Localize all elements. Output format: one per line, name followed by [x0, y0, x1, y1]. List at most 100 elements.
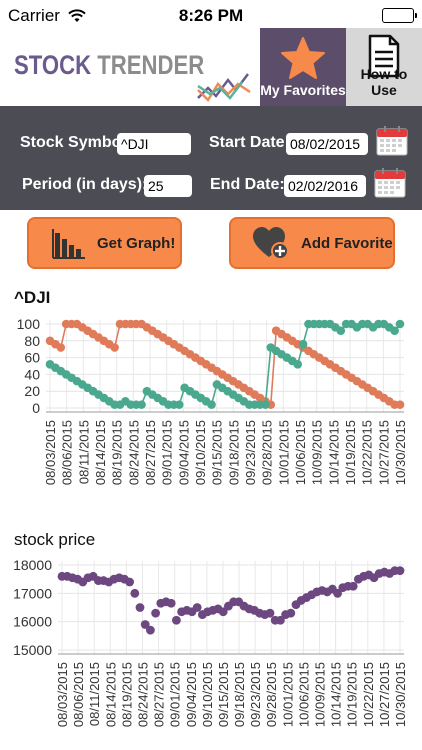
data-point [261, 400, 270, 409]
stock-symbol-label: Stock Symbol: [20, 134, 132, 151]
x-tick-label: 10/09/2015 [313, 662, 328, 727]
logo-word-stock: STOCK [14, 50, 92, 80]
x-tick-label: 08/24/2015 [135, 662, 150, 727]
x-tick-label: 09/10/2015 [193, 420, 208, 485]
y-tick-label: 80 [24, 333, 40, 349]
x-tick-label: 09/04/2015 [184, 662, 199, 727]
battery-icon [382, 8, 417, 23]
start-date-label: Start Date: [209, 134, 290, 151]
end-date-input[interactable]: 02/02/2016 [284, 175, 366, 197]
x-tick-label: 10/14/2015 [329, 662, 344, 727]
x-tick-label: 09/18/2015 [226, 420, 241, 485]
x-tick-label: 10/27/2015 [376, 420, 391, 485]
data-point [135, 603, 145, 612]
tab-my-favorites-label: My Favorites [260, 82, 346, 98]
end-date-label: End Date: [210, 176, 285, 193]
data-point [265, 608, 275, 618]
get-graph-button[interactable]: Get Graph! [27, 217, 182, 269]
x-tick-label: 09/01/2015 [168, 662, 183, 727]
tab-how-to-use[interactable]: How to Use [346, 28, 422, 106]
data-point [286, 608, 296, 618]
x-tick-label: 09/04/2015 [176, 420, 191, 485]
data-point [166, 598, 176, 608]
x-tick-label: 10/30/2015 [393, 662, 408, 727]
data-point [192, 603, 202, 612]
x-tick-label: 09/10/2015 [200, 662, 215, 727]
trend-graph-icon [197, 73, 251, 102]
y-tick-label: 100 [17, 316, 41, 332]
x-tick-label: 10/09/2015 [310, 420, 325, 485]
data-point [146, 625, 155, 635]
data-point [395, 400, 405, 409]
data-point [174, 400, 184, 409]
get-graph-label: Get Graph! [97, 235, 176, 252]
status-bar: Carrier 8:26 PM [0, 0, 422, 30]
x-tick-label: 08/27/2015 [143, 420, 158, 485]
data-point [125, 577, 134, 587]
stock-symbol-input[interactable]: ^DJI [117, 133, 191, 155]
data-point [336, 326, 346, 336]
x-tick-label: 08/24/2015 [126, 420, 141, 485]
x-tick-label: 08/06/2015 [71, 662, 86, 727]
x-tick-label: 10/01/2015 [276, 420, 291, 485]
period-label: Period (in days): [22, 176, 148, 193]
data-point [395, 566, 405, 576]
x-tick-label: 09/01/2015 [160, 420, 175, 485]
trend-chart: 020406080100 08/03/2015 08/06/2015 08/11/20… [17, 316, 408, 485]
x-tick-label: 09/23/2015 [248, 662, 263, 727]
add-favorite-label: Add Favorite [301, 235, 393, 252]
price-chart-title: stock price [14, 530, 96, 549]
period-input[interactable]: 25 [144, 175, 192, 197]
query-form: Stock Symbol: ^DJI Start Date: 08/02/201… [0, 106, 422, 210]
start-date-input[interactable]: 08/02/2015 [286, 133, 368, 155]
star-icon [281, 37, 325, 79]
x-tick-label: 10/14/2015 [326, 420, 341, 485]
x-tick-label: 10/30/2015 [393, 420, 408, 485]
x-tick-label: 09/18/2015 [232, 662, 247, 727]
x-tick-label: 08/11/2015 [76, 420, 91, 484]
x-tick-label: 09/28/2015 [260, 420, 275, 485]
x-tick-label: 10/22/2015 [360, 420, 375, 485]
x-tick-label: 10/19/2015 [345, 662, 360, 727]
y-tick-label: 20 [24, 383, 40, 399]
heart-plus-icon [253, 227, 289, 260]
end-date-calendar-icon[interactable] [374, 168, 406, 198]
x-tick-label: 08/14/2015 [93, 420, 108, 485]
y-tick-label: 18000 [13, 557, 52, 573]
data-point [110, 343, 119, 352]
y-tick-label: 16000 [13, 614, 52, 630]
data-point [390, 326, 399, 336]
data-point [293, 360, 302, 369]
add-favorite-button[interactable]: Add Favorite [229, 217, 395, 269]
tab-how-to-use-label: How to Use [360, 66, 408, 98]
x-tick-label: 10/06/2015 [296, 662, 311, 727]
trend-chart-title: ^DJI [14, 288, 51, 307]
y-tick-label: 60 [24, 350, 40, 366]
data-point [395, 319, 405, 329]
x-tick-label: 08/03/2015 [43, 420, 58, 485]
app-header: STOCK TRENDER My Favorites How to Use [0, 28, 422, 106]
y-tick-label: 17000 [13, 585, 52, 601]
logo-word-trender: TRENDER [97, 50, 205, 80]
y-tick-label: 40 [24, 366, 40, 382]
app-logo: STOCK TRENDER [14, 50, 251, 102]
data-point [172, 615, 181, 625]
x-tick-label: 10/19/2015 [343, 420, 358, 485]
x-tick-label: 09/15/2015 [210, 420, 225, 485]
price-chart: 15000 16000 17000 18000 08/03/2015 08/06/2015… [13, 557, 408, 727]
data-point [207, 400, 216, 409]
x-tick-label: 09/23/2015 [243, 420, 258, 485]
x-tick-label: 10/01/2015 [280, 662, 295, 727]
tab-my-favorites[interactable]: My Favorites [260, 28, 346, 106]
data-point [56, 343, 66, 352]
x-tick-label: 10/22/2015 [361, 662, 376, 727]
x-tick-label: 09/28/2015 [264, 662, 279, 727]
start-date-calendar-icon[interactable] [376, 126, 408, 156]
data-point [151, 608, 161, 618]
x-tick-label: 08/14/2015 [103, 662, 118, 727]
x-tick-label: 10/06/2015 [293, 420, 308, 485]
x-tick-label: 10/27/2015 [377, 662, 392, 727]
x-tick-label: 08/06/2015 [60, 420, 75, 485]
x-tick-label: 08/03/2015 [55, 662, 70, 727]
data-point [298, 339, 308, 349]
